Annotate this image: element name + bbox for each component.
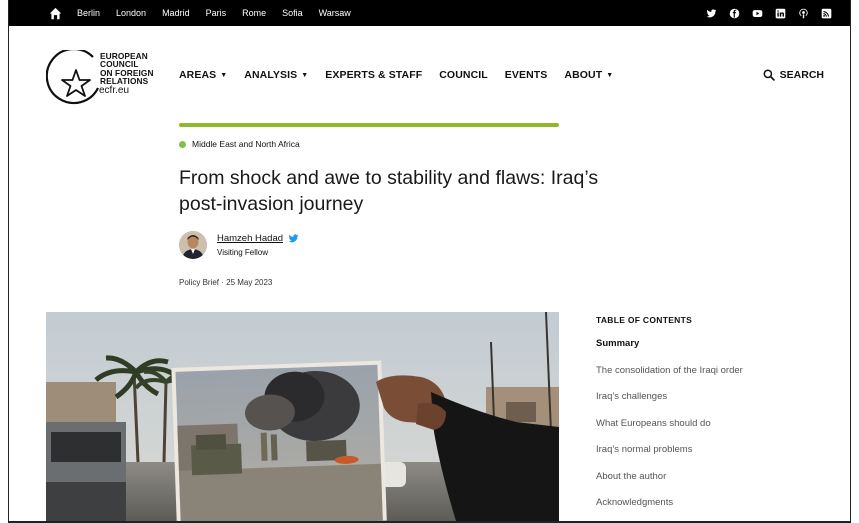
region-tag[interactable]: Middle East and North Africa [179,139,300,149]
city-link-sofia[interactable]: Sofia [274,8,311,18]
toc-item-consolidation[interactable]: The consolidation of the Iraqi order [596,365,836,392]
home-icon[interactable] [41,0,69,26]
author-name-link[interactable]: Hamzeh Hadad [217,233,299,244]
logo-star-circle-icon [46,50,99,105]
caret-down-icon: ▼ [606,71,614,79]
toc-title: TABLE OF CONTENTS [596,315,693,325]
search-label: SEARCH [779,69,824,81]
top-bar: Berlin London Madrid Paris Rome Sofia Wa… [9,0,850,26]
social-links [705,0,832,26]
toc-item-acknowledgments[interactable]: Acknowledgments [596,497,836,521]
green-divider [179,123,559,127]
linkedin-icon[interactable] [774,7,786,19]
youtube-icon[interactable] [751,7,763,19]
toc-item-europeans[interactable]: What Europeans should do [596,418,836,445]
author-avatar[interactable] [179,231,207,259]
nav-item-areas[interactable]: AREAS ▼ [179,69,227,81]
city-link-paris[interactable]: Paris [198,8,235,18]
toc-item-about-author[interactable]: About the author [596,471,836,498]
logo-url: ecfr.eu [99,85,130,96]
search-icon [763,69,775,81]
facebook-icon[interactable] [728,7,740,19]
rss-icon[interactable] [820,7,832,19]
main-nav: AREAS ▼ ANALYSIS ▼ EXPERTS & STAFF COUNC… [179,69,630,81]
nav-label-about: ABOUT [564,69,603,81]
ecfr-logo[interactable]: EUROPEAN COUNCIL ON FOREIGN RELATIONS ec… [46,50,164,108]
region-dot [179,140,186,148]
caret-down-icon: ▼ [301,71,309,79]
search-button[interactable]: SEARCH [763,69,824,81]
author-block: Hamzeh Hadad Visiting Fellow [179,231,299,259]
author-name: Hamzeh Hadad [217,233,284,244]
article-meta: Policy Brief · 25 May 2023 [179,278,273,287]
table-of-contents: TABLE OF CONTENTS Summary The consolidat… [596,315,836,521]
nav-item-events[interactable]: EVENTS [505,69,548,81]
podcast-icon[interactable] [797,7,809,19]
twitter-icon[interactable] [288,233,299,244]
toc-item-challenges[interactable]: Iraq’s challenges [596,391,836,418]
article-title: From shock and awe to stability and flaw… [179,167,599,215]
nav-item-experts[interactable]: EXPERTS & STAFF [325,69,422,81]
nav-item-analysis[interactable]: ANALYSIS ▼ [244,69,308,81]
city-link-berlin[interactable]: Berlin [69,8,108,18]
city-links: Berlin London Madrid Paris Rome Sofia Wa… [69,8,359,18]
author-role: Visiting Fellow [217,248,268,257]
city-link-rome[interactable]: Rome [234,8,274,18]
site-header: EUROPEAN COUNCIL ON FOREIGN RELATIONS ec… [9,26,850,118]
caret-down-icon: ▼ [220,71,228,79]
toc-item-summary[interactable]: Summary [596,338,836,365]
toc-item-normal-problems[interactable]: Iraq’s normal problems [596,444,836,471]
nav-item-about[interactable]: ABOUT ▼ [564,69,613,81]
region-label: Middle East and North Africa [192,139,300,149]
nav-label-analysis: ANALYSIS [244,69,298,81]
city-link-warsaw[interactable]: Warsaw [311,8,359,18]
browser-viewport: Berlin London Madrid Paris Rome Sofia Wa… [8,0,851,523]
nav-item-council[interactable]: COUNCIL [439,69,488,81]
city-link-madrid[interactable]: Madrid [154,8,198,18]
nav-label-areas: AREAS [179,69,217,81]
author-text: Hamzeh Hadad Visiting Fellow [217,233,299,257]
twitter-icon[interactable] [705,7,717,19]
article-hero-image [46,312,559,521]
city-link-london[interactable]: London [108,8,154,18]
logo-wordmark: EUROPEAN COUNCIL ON FOREIGN RELATIONS [100,52,154,86]
